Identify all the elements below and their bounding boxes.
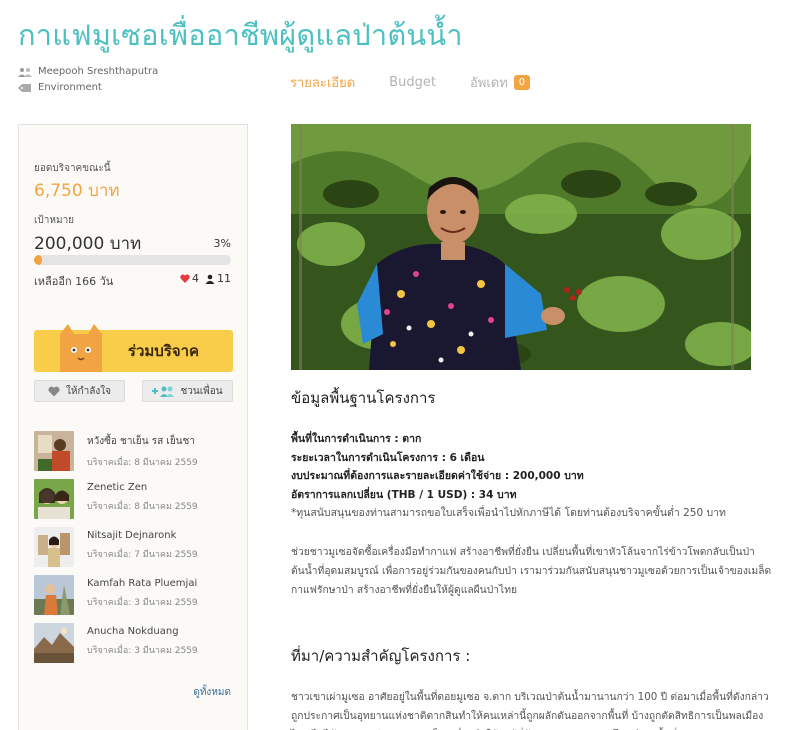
fact-exchange-rate: อัตราการแลกเปลี่ยน (THB / 1 USD) : 34 บา… bbox=[291, 488, 517, 501]
avatar bbox=[34, 527, 74, 567]
raised-label: ยอดบริจาคขณะนี้ bbox=[34, 163, 111, 174]
cat-mascot-icon bbox=[60, 324, 102, 372]
secondary-actions: ให้กำลังใจ ชวนเพื่อน bbox=[34, 380, 233, 402]
heart-icon bbox=[180, 274, 190, 283]
goal-label: เป้าหมาย bbox=[34, 215, 75, 226]
fact-budget: งบประมาณที่ต้องการและรายละเอียดค่าใช้จ่า… bbox=[291, 470, 584, 482]
donate-button[interactable]: ร่วมบริจาค bbox=[34, 324, 233, 372]
avatar bbox=[34, 623, 74, 663]
donor-name: หวังซื้อ ชาเย็น รส เย็นชา bbox=[87, 436, 195, 447]
see-all-donors-link[interactable]: ดูทั้งหมด bbox=[193, 685, 231, 700]
fact-duration: ระยะเวลาในการดำเนินโครงการ : 6 เดือน bbox=[291, 451, 485, 464]
encourage-label: ให้กำลังใจ bbox=[66, 385, 111, 397]
percent-funded: 3% bbox=[213, 237, 231, 250]
donor-name: Kamfah Rata Pluemjai bbox=[87, 578, 198, 589]
funding-progress-bar bbox=[34, 255, 231, 265]
donation-date: บริจาคเมื่อ: 3 มีนาคม 2559 bbox=[87, 598, 198, 608]
donor-name: Nitsajit Dejnaronk bbox=[87, 530, 177, 541]
project-photo bbox=[291, 124, 751, 370]
donation-date: บริจาคเมื่อ: 7 มีนาคม 2559 bbox=[87, 550, 198, 560]
author-row[interactable]: Meepooh Sreshthaputra bbox=[18, 64, 158, 80]
donor-list: หวังซื้อ ชาเย็น รส เย็นชา บริจาคเมื่อ: 8… bbox=[34, 431, 234, 671]
heart-outline-icon bbox=[48, 386, 60, 396]
tab-budget[interactable]: Budget bbox=[389, 72, 436, 93]
funding-summary: ยอดบริจาคขณะนี้ 6,750 บาท เป้าหมาย 200,0… bbox=[19, 125, 247, 313]
author-name[interactable]: Meepooh Sreshthaputra bbox=[38, 64, 158, 80]
tab-budget-label: Budget bbox=[389, 75, 436, 90]
project-meta: Meepooh Sreshthaputra Environment bbox=[18, 64, 158, 96]
project-summary: ช่วยชาวมูเซอจัดซื้อเครื่องมือทำกาแฟ สร้า… bbox=[291, 545, 772, 596]
encourage-button[interactable]: ให้กำลังใจ bbox=[34, 380, 125, 402]
person-icon bbox=[205, 274, 215, 284]
people-icon bbox=[18, 67, 32, 77]
invite-label: ชวนเพื่อน bbox=[180, 385, 223, 397]
project-description: ข้อมูลพื้นฐานโครงการ พื้นที่ในการดำเนินก… bbox=[291, 386, 781, 730]
likes-count: 4 bbox=[192, 272, 199, 285]
donor-name: Zenetic Zen bbox=[87, 482, 148, 493]
donation-date: บริจาคเมื่อ: 8 มีนาคม 2559 bbox=[87, 502, 198, 512]
donation-date: บริจาคเมื่อ: 8 มีนาคม 2559 bbox=[87, 458, 198, 468]
funding-progress-fill bbox=[34, 255, 42, 265]
updates-count-badge: 0 bbox=[513, 75, 531, 90]
tab-updates[interactable]: อัพเดท 0 bbox=[469, 72, 531, 93]
avatar bbox=[34, 575, 74, 615]
goal-value: 200,000 บาท bbox=[34, 234, 142, 254]
raised-value: 6,750 บาท bbox=[34, 181, 120, 201]
project-facts: พื้นที่ในการดำเนินการ : ตาก ระยะเวลาในกา… bbox=[291, 430, 781, 523]
page-title: กาแฟมูเซอเพื่ออาชีพผู้ดูแลป่าต้นน้ำ bbox=[18, 18, 463, 52]
tab-details-label: รายละเอียด bbox=[290, 76, 356, 91]
funding-sidebar: ยอดบริจาคขณะนี้ 6,750 บาท เป้าหมาย 200,0… bbox=[18, 124, 248, 730]
section-basic-info-title: ข้อมูลพื้นฐานโครงการ bbox=[291, 389, 436, 407]
tax-note: *ทุนสนับสนุนของท่านสามารถขอใบเสร็จเพื่อน… bbox=[291, 507, 726, 519]
category-row[interactable]: Environment bbox=[18, 80, 158, 96]
backers-stat: 11 bbox=[205, 272, 231, 285]
tab-details[interactable]: รายละเอียด bbox=[290, 72, 355, 93]
backers-count: 11 bbox=[217, 272, 231, 285]
list-item[interactable]: Nitsajit Dejnaronk บริจาคเมื่อ: 7 มีนาคม… bbox=[34, 527, 234, 575]
background-paragraph: ชาวเขาเผ่ามูเซอ อาศัยอยู่ในพื้นที่ดอยมูเ… bbox=[291, 690, 769, 730]
section-background-title: ที่มา/ความสำคัญโครงการ : bbox=[291, 646, 471, 665]
list-item[interactable]: Kamfah Rata Pluemjai บริจาคเมื่อ: 3 มีนา… bbox=[34, 575, 234, 623]
tab-updates-label: อัพเดท bbox=[469, 76, 508, 91]
days-left: เหลืออีก 166 วัน bbox=[34, 275, 114, 288]
project-tabs: รายละเอียด Budget อัพเดท 0 bbox=[290, 72, 564, 93]
tag-icon bbox=[18, 83, 32, 93]
donor-name: Anucha Nokduang bbox=[87, 626, 179, 637]
funding-stats: 4 11 bbox=[180, 272, 231, 285]
fact-area: พื้นที่ในการดำเนินการ : ตาก bbox=[291, 433, 422, 445]
invite-friends-button[interactable]: ชวนเพื่อน bbox=[142, 380, 233, 402]
list-item[interactable]: Zenetic Zen บริจาคเมื่อ: 8 มีนาคม 2559 bbox=[34, 479, 234, 527]
list-item[interactable]: Anucha Nokduang บริจาคเมื่อ: 3 มีนาคม 25… bbox=[34, 623, 234, 671]
likes-stat[interactable]: 4 bbox=[180, 272, 199, 285]
donation-date: บริจาคเมื่อ: 3 มีนาคม 2559 bbox=[87, 646, 198, 656]
avatar bbox=[34, 479, 74, 519]
donate-label: ร่วมบริจาค bbox=[127, 342, 200, 360]
list-item[interactable]: หวังซื้อ ชาเย็น รส เย็นชา บริจาคเมื่อ: 8… bbox=[34, 431, 234, 479]
category-name[interactable]: Environment bbox=[38, 80, 102, 96]
avatar bbox=[34, 431, 74, 471]
add-friends-icon bbox=[152, 386, 175, 397]
